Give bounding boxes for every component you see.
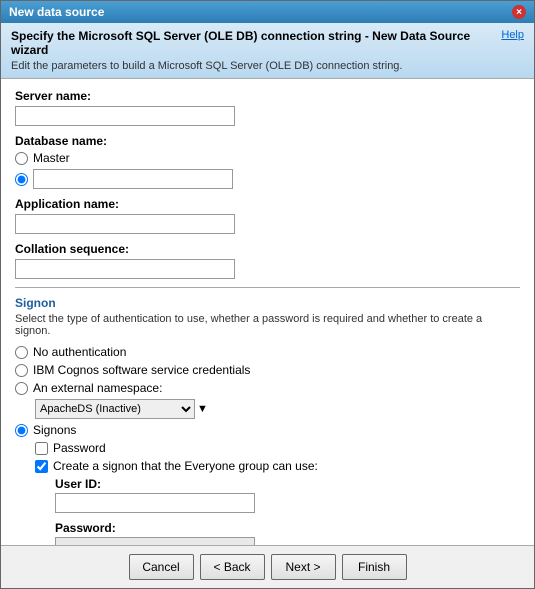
db-radio-master-row: Master	[15, 151, 520, 165]
app-name-label: Application name:	[15, 197, 520, 211]
db-master-label: Master	[33, 151, 70, 165]
title-bar: New data source ×	[1, 1, 534, 23]
create-signon-checkbox-row: Create a signon that the Everyone group …	[35, 459, 520, 473]
create-signon-label: Create a signon that the Everyone group …	[53, 459, 318, 473]
namespace-select[interactable]: ApacheDS (Inactive)	[35, 399, 195, 419]
signon-title: Signon	[15, 296, 520, 310]
no-auth-radio[interactable]	[15, 346, 28, 359]
signons-radio[interactable]	[15, 424, 28, 437]
password-group: Password:	[55, 521, 520, 545]
database-name-group: Database name: Master	[15, 134, 520, 189]
ibm-cognos-option: IBM Cognos software service credentials	[15, 363, 520, 377]
header-title: Specify the Microsoft SQL Server (OLE DB…	[11, 29, 501, 57]
create-signon-checkbox[interactable]	[35, 460, 48, 473]
db-custom-input[interactable]	[33, 169, 233, 189]
signon-section: Signon Select the type of authentication…	[15, 296, 520, 545]
collation-group: Collation sequence:	[15, 242, 520, 279]
password-checkbox-row: Password	[35, 441, 520, 455]
ibm-cognos-label: IBM Cognos software service credentials	[33, 363, 250, 377]
user-id-input[interactable]	[55, 493, 255, 513]
bottom-bar: Cancel < Back Next > Finish	[1, 545, 534, 588]
external-ns-radio[interactable]	[15, 382, 28, 395]
user-id-label: User ID:	[55, 477, 520, 491]
scroll-area: Server name: Database name: Master Appli…	[1, 79, 534, 545]
signon-options: No authentication IBM Cognos software se…	[15, 345, 520, 545]
password-checkbox-label: Password	[53, 441, 106, 455]
no-auth-option: No authentication	[15, 345, 520, 359]
password-checkbox[interactable]	[35, 442, 48, 455]
window: New data source × Specify the Microsoft …	[0, 0, 535, 589]
signon-divider	[15, 287, 520, 288]
db-custom-radio[interactable]	[15, 173, 28, 186]
signons-label: Signons	[33, 423, 76, 437]
db-master-radio[interactable]	[15, 152, 28, 165]
dropdown-arrow-icon: ▼	[197, 403, 208, 415]
database-name-label: Database name:	[15, 134, 520, 148]
ibm-cognos-radio[interactable]	[15, 364, 28, 377]
header-bar: Specify the Microsoft SQL Server (OLE DB…	[1, 23, 534, 79]
signon-desc: Select the type of authentication to use…	[15, 313, 520, 337]
server-name-group: Server name:	[15, 89, 520, 126]
cancel-button[interactable]: Cancel	[129, 554, 194, 580]
collation-input[interactable]	[15, 259, 235, 279]
header-subtitle: Edit the parameters to build a Microsoft…	[11, 60, 501, 72]
app-name-input[interactable]	[15, 214, 235, 234]
password-label: Password:	[55, 521, 520, 535]
db-radio-custom-row	[15, 169, 520, 189]
password-input[interactable]	[55, 537, 255, 545]
server-name-label: Server name:	[15, 89, 520, 103]
finish-button[interactable]: Finish	[342, 554, 407, 580]
header-text: Specify the Microsoft SQL Server (OLE DB…	[11, 29, 501, 72]
no-auth-label: No authentication	[33, 345, 126, 359]
collation-label: Collation sequence:	[15, 242, 520, 256]
window-title: New data source	[9, 5, 104, 19]
close-button[interactable]: ×	[512, 5, 526, 19]
server-name-input[interactable]	[15, 106, 235, 126]
signon-sub-fields: User ID: Password: Confirm password:	[55, 477, 520, 545]
external-ns-option: An external namespace:	[15, 381, 520, 395]
main-content: Specify the Microsoft SQL Server (OLE DB…	[1, 23, 534, 588]
help-link[interactable]: Help	[501, 29, 524, 41]
next-button[interactable]: Next >	[271, 554, 336, 580]
back-button[interactable]: < Back	[200, 554, 265, 580]
signons-sub-section: Password Create a signon that the Everyo…	[35, 441, 520, 545]
external-ns-label: An external namespace:	[33, 381, 162, 395]
app-name-group: Application name:	[15, 197, 520, 234]
namespace-dropdown-row: ApacheDS (Inactive) ▼	[35, 399, 520, 419]
user-id-group: User ID:	[55, 477, 520, 513]
signons-option: Signons	[15, 423, 520, 437]
